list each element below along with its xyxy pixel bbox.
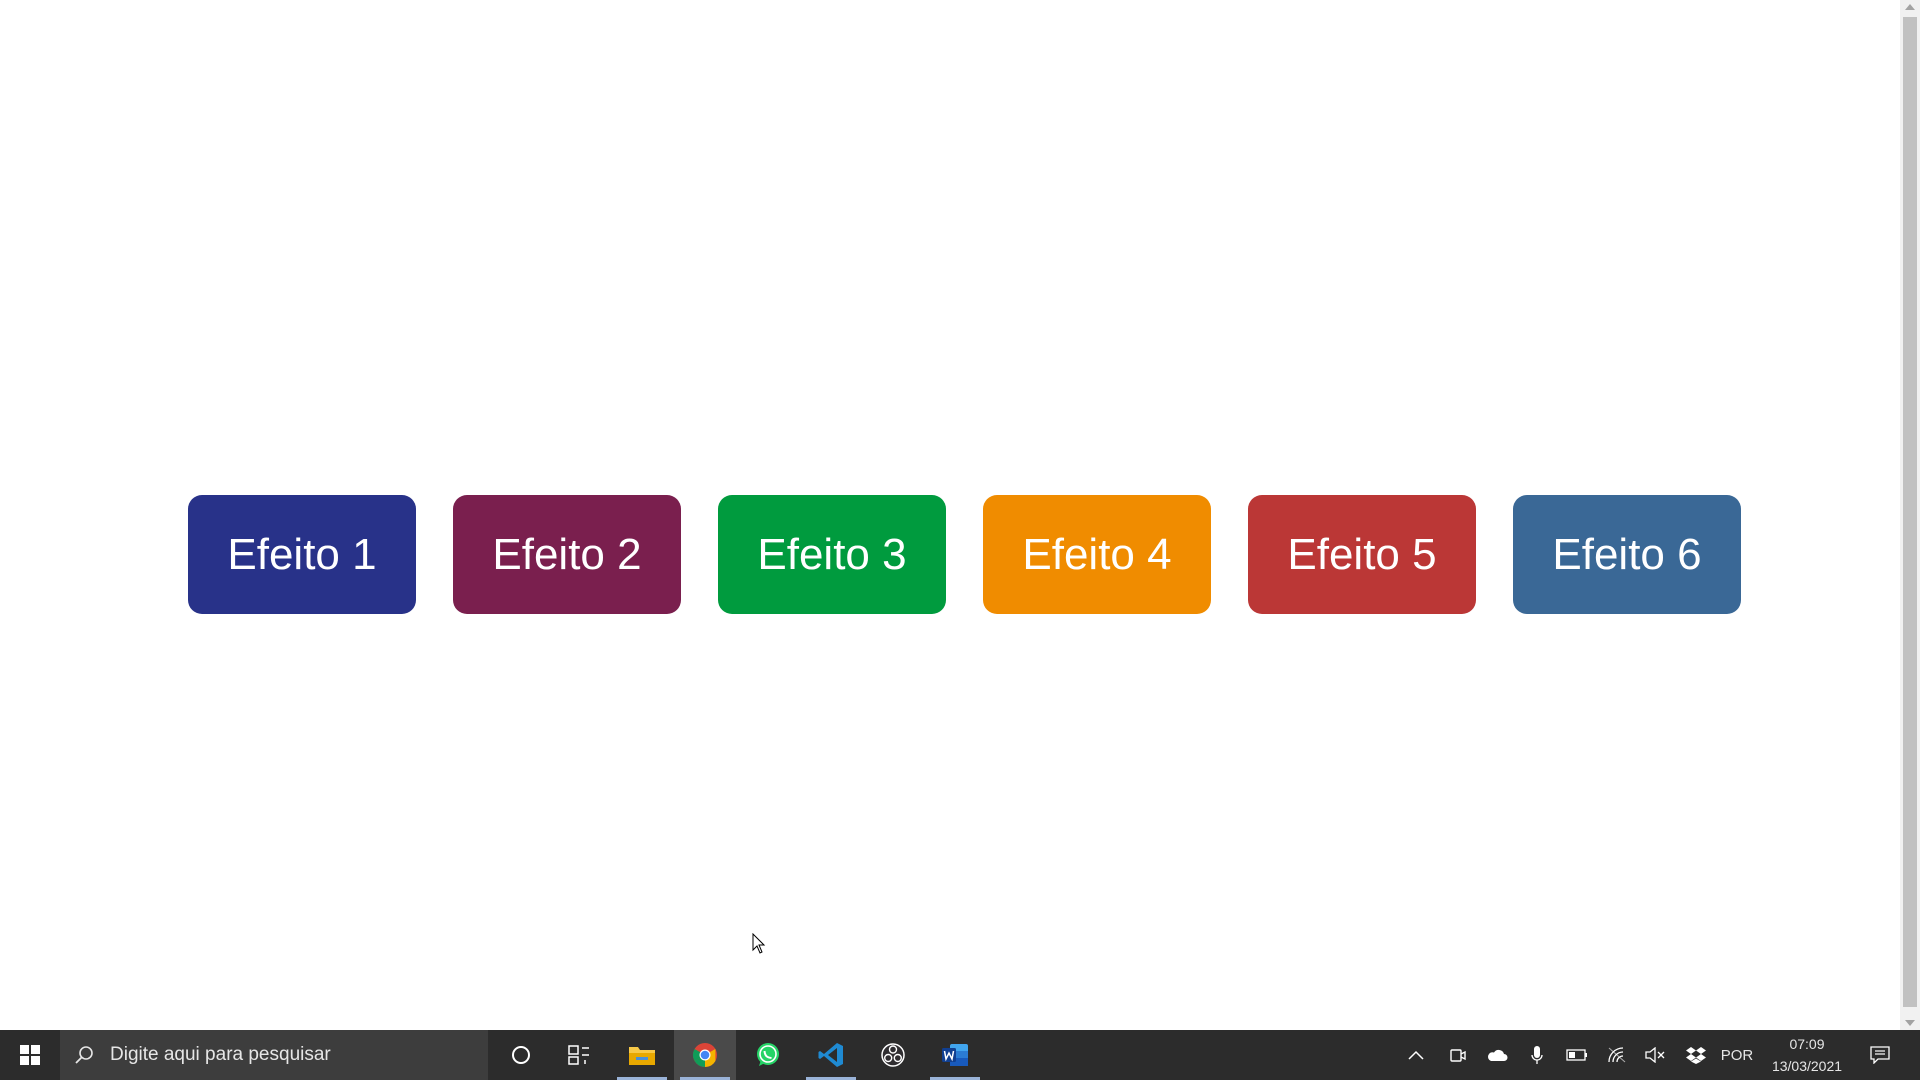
search-icon xyxy=(75,1046,93,1064)
meet-now-tray-button[interactable] xyxy=(1444,1030,1472,1080)
volume-tray-button[interactable] xyxy=(1640,1030,1670,1080)
cortana-button[interactable] xyxy=(490,1030,552,1080)
start-button[interactable] xyxy=(0,1030,60,1080)
taskbar-file-explorer[interactable] xyxy=(611,1030,673,1080)
input-language-button[interactable]: POR xyxy=(1718,1030,1756,1080)
chevron-up-icon xyxy=(1408,1050,1424,1060)
word-icon xyxy=(942,1044,968,1066)
action-center-button[interactable] xyxy=(1862,1030,1898,1080)
task-view-button[interactable] xyxy=(548,1030,610,1080)
browser-page: Efeito 1 Efeito 2 Efeito 3 Efeito 4 Efei… xyxy=(0,0,1900,1030)
clock-time: 07:09 xyxy=(1789,1036,1825,1052)
notifications-icon xyxy=(1870,1046,1890,1064)
vertical-scrollbar[interactable] xyxy=(1900,0,1920,1030)
task-view-icon xyxy=(568,1045,589,1065)
effects-button-row: Efeito 1 Efeito 2 Efeito 3 Efeito 4 Efei… xyxy=(188,495,1741,614)
effect-6-button[interactable]: Efeito 6 xyxy=(1513,495,1741,614)
windows-logo-icon xyxy=(20,1045,40,1065)
taskbar-vscode[interactable] xyxy=(800,1030,862,1080)
wifi-icon xyxy=(1608,1047,1626,1063)
scroll-up-arrow-icon[interactable] xyxy=(1905,4,1915,10)
taskbar-search-box[interactable]: Digite aqui para pesquisar xyxy=(60,1030,488,1080)
cloud-icon xyxy=(1487,1049,1508,1061)
show-hidden-icons-button[interactable] xyxy=(1402,1030,1430,1080)
chrome-icon xyxy=(692,1043,717,1067)
microphone-icon xyxy=(1531,1046,1543,1064)
effect-5-button[interactable]: Efeito 5 xyxy=(1248,495,1476,614)
language-indicator: POR xyxy=(1720,1046,1754,1064)
taskbar-whatsapp[interactable] xyxy=(737,1030,799,1080)
taskbar-obs-studio[interactable] xyxy=(862,1030,924,1080)
taskbar-chrome[interactable] xyxy=(674,1030,736,1080)
scroll-down-arrow-icon[interactable] xyxy=(1905,1020,1915,1026)
network-tray-button[interactable] xyxy=(1602,1030,1632,1080)
obs-studio-icon xyxy=(881,1043,905,1067)
whatsapp-icon xyxy=(757,1043,779,1066)
taskbar-clock[interactable]: 07:09 13/03/2021 xyxy=(1754,1030,1860,1080)
clock-date: 13/03/2021 xyxy=(1771,1058,1843,1074)
effect-4-button[interactable]: Efeito 4 xyxy=(983,495,1211,614)
battery-tray-button[interactable] xyxy=(1562,1030,1592,1080)
scrollbar-thumb[interactable] xyxy=(1903,17,1917,1007)
microphone-tray-button[interactable] xyxy=(1524,1030,1550,1080)
search-placeholder: Digite aqui para pesquisar xyxy=(110,1044,331,1065)
effect-3-button[interactable]: Efeito 3 xyxy=(718,495,946,614)
camera-icon xyxy=(1450,1049,1466,1062)
taskbar-word[interactable] xyxy=(924,1030,986,1080)
dropbox-tray-button[interactable] xyxy=(1681,1030,1711,1080)
battery-icon xyxy=(1566,1049,1587,1061)
cortana-circle-icon xyxy=(512,1046,530,1064)
folder-icon xyxy=(629,1047,655,1065)
windows-taskbar: Digite aqui para pesquisar POR 07:09 13/… xyxy=(0,1030,1920,1080)
dropbox-icon xyxy=(1686,1047,1706,1064)
mouse-pointer-icon xyxy=(752,933,766,954)
onedrive-tray-button[interactable] xyxy=(1481,1030,1513,1080)
effect-1-button[interactable]: Efeito 1 xyxy=(188,495,416,614)
effect-2-button[interactable]: Efeito 2 xyxy=(453,495,681,614)
speaker-muted-icon xyxy=(1645,1047,1665,1063)
vscode-icon xyxy=(818,1043,843,1067)
